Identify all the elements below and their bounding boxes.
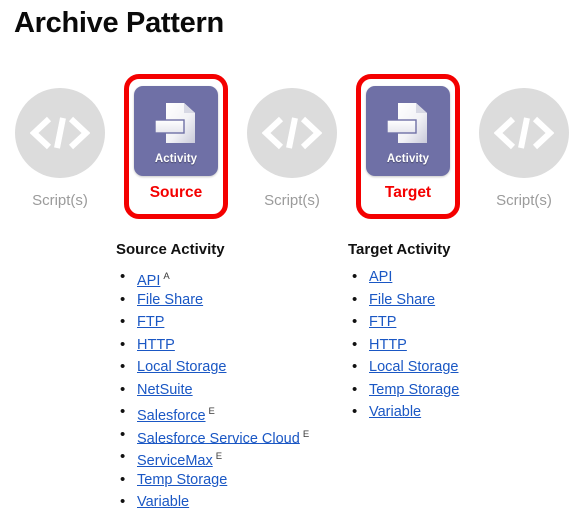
activity-link[interactable]: File Share: [369, 292, 435, 308]
document-activity-icon: [154, 103, 195, 143]
activity-tile-target[interactable]: Activity: [366, 86, 450, 176]
list-item: Variable: [116, 491, 346, 514]
script-circle-1: [15, 88, 105, 178]
target-activity-column: Target Activity API File Share FTP HTTP Loca…: [348, 240, 578, 424]
list-item: HTTP: [348, 334, 578, 357]
activity-tile-text: Activity: [386, 153, 430, 165]
flow-node-label: Source: [149, 184, 203, 201]
list-item: File Share: [348, 289, 578, 312]
footnote-marker: E: [208, 406, 215, 417]
code-brackets-icon: [30, 116, 90, 150]
flow-node-script-2: Script(s): [234, 74, 350, 222]
list-item: Temp Storage: [116, 469, 346, 492]
activity-link[interactable]: Variable: [137, 494, 189, 510]
pattern-flow-diagram: Script(s) Activity Source Script(s) Acti…: [0, 74, 585, 222]
list-item: Local Storage: [348, 356, 578, 379]
script-circle-3: [479, 88, 569, 178]
flow-node-label: Script(s): [264, 192, 320, 209]
list-item: Salesforce Service CloudE: [116, 424, 346, 447]
list-item: File Share: [116, 289, 346, 312]
flow-node-source-activity[interactable]: Activity Source: [124, 74, 228, 219]
activity-link[interactable]: File Share: [137, 292, 203, 308]
activity-link[interactable]: HTTP: [137, 337, 175, 353]
footnote-marker: A: [163, 271, 170, 282]
list-item: Temp Storage: [348, 379, 578, 402]
list-item: Local Storage: [116, 356, 346, 379]
activity-link[interactable]: Variable: [369, 404, 421, 420]
flow-node-target-activity[interactable]: Activity Target: [356, 74, 460, 219]
list-item: Variable: [348, 401, 578, 424]
activity-link[interactable]: NetSuite: [137, 382, 193, 398]
source-activity-column: Source Activity APIA File Share FTP HTTP Loc…: [116, 240, 346, 514]
target-activity-heading: Target Activity: [348, 241, 451, 258]
code-brackets-icon: [262, 116, 322, 150]
activity-link[interactable]: API: [369, 269, 392, 285]
list-item: SalesforceE: [116, 401, 346, 424]
activity-link[interactable]: FTP: [369, 314, 396, 330]
activity-link[interactable]: Temp Storage: [369, 382, 459, 398]
document-activity-icon: [386, 103, 427, 143]
activity-tile-source[interactable]: Activity: [134, 86, 218, 176]
activity-link[interactable]: Local Storage: [137, 359, 226, 375]
footnote-marker: E: [302, 428, 310, 440]
list-item: API: [348, 266, 578, 289]
list-item: HTTP: [116, 334, 346, 357]
flow-node-label: Target: [384, 184, 432, 201]
activity-link[interactable]: Temp Storage: [137, 472, 227, 488]
activity-link[interactable]: HTTP: [369, 337, 407, 353]
target-activity-list: API File Share FTP HTTP Local Storage Temp St…: [348, 266, 578, 424]
activity-link[interactable]: Salesforce: [137, 408, 206, 424]
footnote-marker: E: [215, 451, 223, 462]
code-brackets-icon: [494, 116, 554, 150]
flow-node-label: Script(s): [496, 192, 552, 209]
list-item: ServiceMaxE: [116, 446, 346, 469]
script-circle-2: [247, 88, 337, 178]
activity-link[interactable]: ServiceMax: [137, 453, 213, 469]
list-item: FTP: [116, 311, 346, 334]
flow-node-script-3: Script(s): [466, 74, 582, 222]
activity-link[interactable]: API: [137, 273, 160, 289]
source-activity-list: APIA File Share FTP HTTP Local Storage NetSui…: [116, 266, 346, 514]
flow-node-label: Script(s): [32, 192, 88, 209]
activity-tile-text: Activity: [154, 153, 198, 165]
page-title: Archive Pattern: [14, 7, 224, 39]
list-item: FTP: [348, 311, 578, 334]
list-item: NetSuite: [116, 379, 346, 402]
source-activity-heading: Source Activity: [116, 241, 225, 258]
activity-link[interactable]: Local Storage: [369, 359, 458, 375]
activity-link[interactable]: Salesforce Service Cloud: [137, 430, 300, 446]
flow-node-script-1: Script(s): [2, 74, 118, 222]
activity-link[interactable]: FTP: [137, 314, 164, 330]
list-item: APIA: [116, 266, 346, 289]
